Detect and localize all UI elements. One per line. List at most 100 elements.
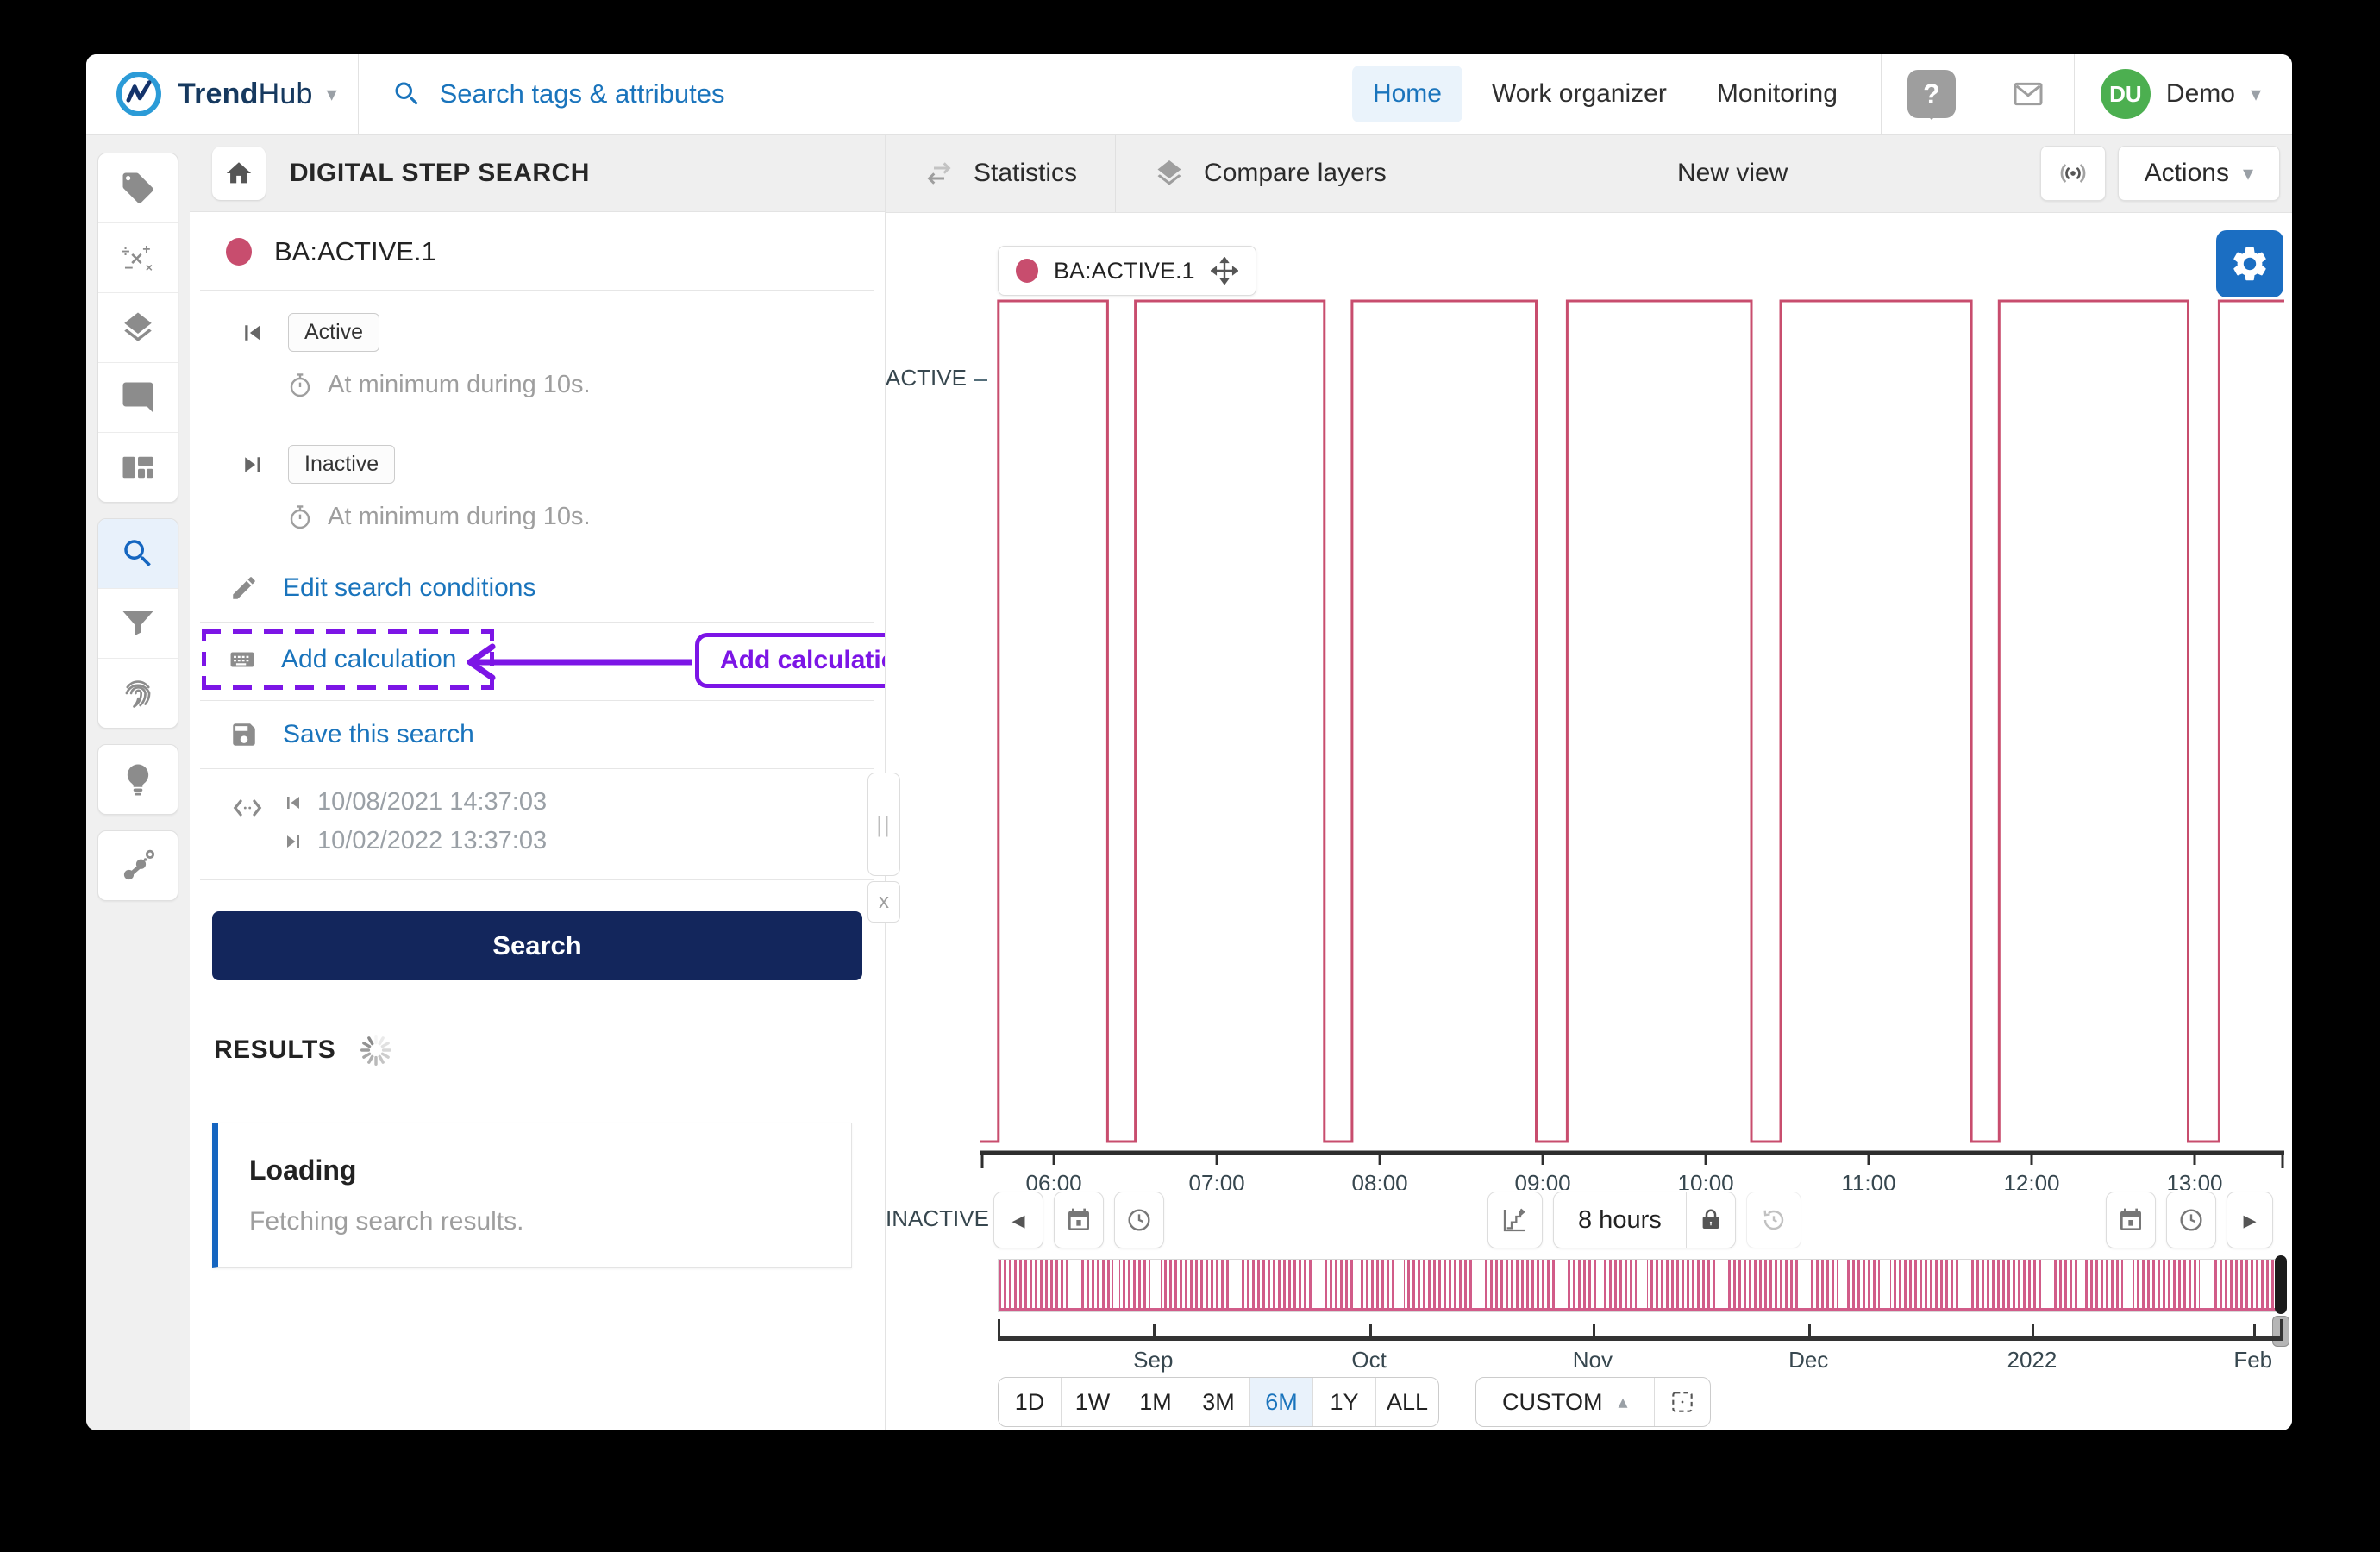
zoom-controls: 1D1W1M3M6M1YALL CUSTOM ▴ xyxy=(998,1377,1711,1427)
search-panel-header: DIGITAL STEP SEARCH xyxy=(190,135,885,212)
chart-area: BA:ACTIVE.1 ACTIVE INACTIVE 06:0007:0008… xyxy=(886,213,2292,1430)
step-trend-icon xyxy=(1501,1206,1529,1234)
search-button[interactable]: Search xyxy=(212,911,862,980)
live-mode-button[interactable] xyxy=(2040,146,2106,201)
end-time-button[interactable] xyxy=(2166,1192,2216,1248)
pencil-icon xyxy=(229,573,259,603)
avatar: DU xyxy=(2101,69,2151,119)
timeline-label: Nov xyxy=(1573,1347,1613,1374)
mail-icon xyxy=(2008,77,2048,111)
nav-work-organizer[interactable]: Work organizer xyxy=(1471,66,1688,122)
panel-resize-handle[interactable] xyxy=(867,773,900,876)
sidebar-item-comment[interactable] xyxy=(98,363,178,433)
nav-monitoring[interactable]: Monitoring xyxy=(1696,66,1858,122)
app-window: TrendHub ▾ Search tags & attributes Home… xyxy=(86,54,2292,1430)
calculations-icon: ÷×+−× xyxy=(120,240,156,276)
pan-left-button[interactable]: ◂ xyxy=(993,1192,1043,1248)
layers-icon xyxy=(1154,158,1185,189)
tag-row[interactable]: BA:ACTIVE.1 xyxy=(200,212,874,291)
duration-control: 8 hours xyxy=(1553,1192,1736,1248)
state-chip[interactable]: Inactive xyxy=(288,445,395,484)
skip-to-end-icon xyxy=(240,452,266,478)
svg-text:÷: ÷ xyxy=(122,242,130,260)
timeline-label: Dec xyxy=(1788,1347,1828,1374)
chart-settings-button[interactable] xyxy=(2216,230,2283,297)
end-calendar-button[interactable] xyxy=(2106,1192,2156,1248)
sidebar-group xyxy=(97,744,178,815)
duration-value[interactable]: 8 hours xyxy=(1554,1192,1686,1248)
trendhub-logo-icon xyxy=(114,69,164,119)
start-calendar-button[interactable] xyxy=(1054,1192,1104,1248)
save-this-search-link[interactable]: Save this search xyxy=(200,701,874,769)
time-range-row[interactable]: 10/08/2021 14:37:03 10/02/2022 13:37:03 xyxy=(200,769,874,880)
compare-layers-button[interactable]: Compare layers xyxy=(1116,135,1425,212)
trendhub-brand-menu[interactable]: TrendHub ▾ xyxy=(86,69,358,119)
nav-home[interactable]: Home xyxy=(1352,66,1462,122)
tag-name: BA:ACTIVE.1 xyxy=(274,236,436,267)
zoom-preset-1y[interactable]: 1Y xyxy=(1313,1378,1376,1426)
statistics-button[interactable]: Statistics xyxy=(886,135,1116,212)
timeline-tick xyxy=(1593,1324,1595,1336)
panel-close-button[interactable] xyxy=(867,881,900,923)
home-button[interactable] xyxy=(212,147,266,200)
brand-title: TrendHub xyxy=(178,78,313,111)
expand-range-button[interactable] xyxy=(1654,1378,1710,1426)
range-start-icon xyxy=(283,792,304,813)
state-chip[interactable]: Active xyxy=(288,313,379,352)
calendar-icon xyxy=(2117,1206,2145,1234)
overview-scroll-handle[interactable] xyxy=(2275,1255,2287,1314)
search-panel: DIGITAL STEP SEARCH BA:ACTIVE.1 Active A… xyxy=(190,135,886,1430)
sidebar-group: ÷×+−× xyxy=(97,153,178,503)
filter-icon xyxy=(120,605,156,641)
actions-button[interactable]: Actions ▾ xyxy=(2118,146,2280,201)
save-icon xyxy=(229,720,259,749)
custom-range-button[interactable]: CUSTOM ▴ xyxy=(1476,1378,1654,1426)
history-icon xyxy=(1760,1206,1788,1234)
zoom-preset-all[interactable]: ALL xyxy=(1376,1378,1438,1426)
sidebar-item-context[interactable] xyxy=(98,831,178,900)
overview-strip[interactable] xyxy=(998,1259,2284,1312)
sidebar-group xyxy=(97,518,178,729)
sidebar-item-dashboard[interactable] xyxy=(98,433,178,502)
range-end-value: 10/02/2022 13:37:03 xyxy=(317,827,547,855)
zoom-preset-1w[interactable]: 1W xyxy=(1062,1378,1124,1426)
add-calculation-link[interactable]: Add calculation xyxy=(202,629,494,690)
inbox-button[interactable] xyxy=(2008,77,2048,111)
pan-right-button[interactable]: ▸ xyxy=(2227,1192,2273,1248)
svg-text:−: − xyxy=(124,260,133,277)
tag-color-dot xyxy=(226,238,252,266)
start-time-button[interactable] xyxy=(1114,1192,1164,1248)
chart-toolbar: ◂ 8 hours ▸ xyxy=(886,1192,2292,1247)
account-menu[interactable]: DU Demo ▾ xyxy=(2075,69,2292,119)
global-search-input[interactable]: Search tags & attributes xyxy=(359,78,1352,110)
lock-duration-button[interactable] xyxy=(1686,1192,1735,1248)
zoom-preset-6m[interactable]: 6M xyxy=(1250,1378,1313,1426)
gear-icon xyxy=(2229,243,2270,285)
context-icon xyxy=(120,848,156,884)
loading-title: Loading xyxy=(249,1155,820,1186)
svg-text:09:00: 09:00 xyxy=(1515,1170,1571,1190)
chevron-down-icon: ▾ xyxy=(2243,161,2253,186)
chevron-down-icon: ▾ xyxy=(2251,82,2261,107)
digital-step-chart[interactable]: 06:0007:0008:0009:0010:0011:0012:0013:00 xyxy=(980,289,2284,1190)
top-bar: TrendHub ▾ Search tags & attributes Home… xyxy=(86,54,2292,135)
sidebar-item-layers[interactable] xyxy=(98,293,178,363)
sidebar-item-search[interactable] xyxy=(98,519,178,589)
sidebar-item-tag[interactable] xyxy=(98,153,178,223)
sidebar-item-lightbulb[interactable] xyxy=(98,745,178,814)
sidebar-item-fingerprint[interactable] xyxy=(98,659,178,728)
help-button[interactable]: ? xyxy=(1907,70,1956,118)
step-trend-button[interactable] xyxy=(1488,1192,1543,1248)
legend-chip[interactable]: BA:ACTIVE.1 xyxy=(998,246,1256,296)
zoom-preset-1m[interactable]: 1M xyxy=(1124,1378,1187,1426)
zoom-preset-1d[interactable]: 1D xyxy=(999,1378,1062,1426)
svg-text:08:00: 08:00 xyxy=(1352,1170,1408,1190)
zoom-preset-3m[interactable]: 3M xyxy=(1187,1378,1250,1426)
timeline-tick xyxy=(2253,1324,2256,1336)
sidebar-item-calculations[interactable]: ÷×+−× xyxy=(98,223,178,293)
sidebar-item-filter[interactable] xyxy=(98,589,178,659)
edit-search-conditions-link[interactable]: Edit search conditions xyxy=(200,554,874,623)
search-icon xyxy=(391,78,423,110)
timeline-label: 2022 xyxy=(2007,1347,2057,1374)
svg-text:×: × xyxy=(146,260,153,274)
